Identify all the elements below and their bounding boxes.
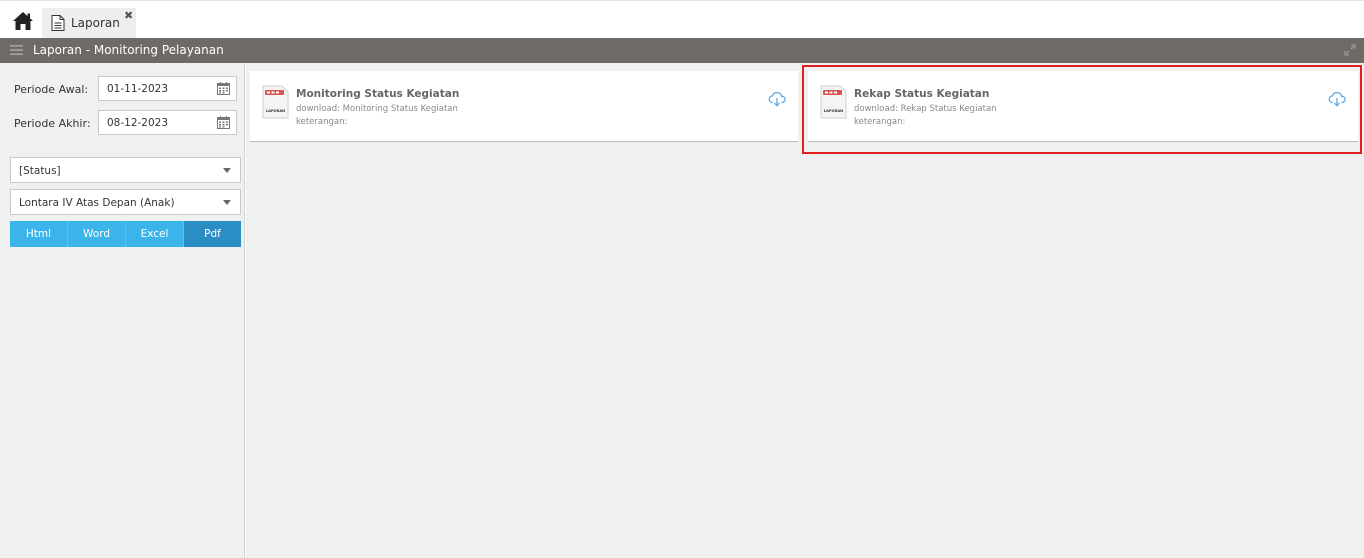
periode-awal-label: Periode Awal:	[14, 83, 89, 96]
cloud-download-icon[interactable]	[1328, 91, 1346, 107]
report-title: Rekap Status Kegiatan	[854, 88, 990, 100]
file-label: LAPORAN	[824, 109, 843, 113]
unit-select-value: Lontara IV Atas Depan (Anak)	[19, 197, 175, 209]
chevron-down-icon	[223, 168, 231, 173]
periode-akhir-input[interactable]: 08-12-2023	[98, 110, 237, 135]
status-select-value: [Status]	[19, 165, 61, 177]
calendar-icon[interactable]	[217, 116, 230, 129]
periode-akhir-label: Periode Akhir:	[14, 117, 91, 130]
report-list: LAPORAN Monitoring Status Kegiatan downl…	[246, 63, 1364, 558]
report-title: Monitoring Status Kegiatan	[296, 88, 460, 100]
unit-select[interactable]: Lontara IV Atas Depan (Anak)	[10, 189, 241, 215]
periode-awal-value: 01-11-2023	[107, 83, 169, 95]
word-button[interactable]: Word	[68, 221, 126, 247]
hamburger-icon[interactable]	[10, 44, 23, 56]
report-download-text: download: Monitoring Status Kegiatan	[296, 104, 458, 114]
report-note: keterangan:	[854, 117, 906, 127]
excel-button[interactable]: Excel	[126, 221, 184, 247]
close-icon[interactable]: ✖	[124, 9, 133, 22]
cloud-download-icon[interactable]	[768, 91, 786, 107]
tab-label: Laporan	[71, 16, 120, 30]
pdf-button[interactable]: Pdf	[184, 221, 241, 247]
tab-laporan[interactable]: Laporan ✖	[42, 8, 136, 38]
report-note: keterangan:	[296, 117, 348, 127]
status-select[interactable]: [Status]	[10, 157, 241, 183]
format-button-group: Html Word Excel Pdf	[10, 221, 241, 247]
page-title: Laporan - Monitoring Pelayanan	[33, 43, 224, 57]
chevron-down-icon	[223, 200, 231, 205]
tab-bar: Laporan ✖	[0, 0, 1364, 38]
report-card-monitoring[interactable]: LAPORAN Monitoring Status Kegiatan downl…	[250, 71, 798, 142]
home-button[interactable]	[12, 11, 34, 31]
report-file-icon: LAPORAN	[262, 85, 289, 119]
filter-panel: Periode Awal: 01-11-2023 Periode Akhir: …	[0, 63, 245, 558]
page-header: Laporan - Monitoring Pelayanan	[0, 38, 1364, 63]
report-download-text: download: Rekap Status Kegiatan	[854, 104, 997, 114]
document-icon	[51, 15, 65, 31]
html-button[interactable]: Html	[10, 221, 68, 247]
file-label: LAPORAN	[266, 109, 285, 113]
report-card-rekap[interactable]: LAPORAN Rekap Status Kegiatan download: …	[808, 71, 1358, 142]
report-file-icon: LAPORAN	[820, 85, 847, 119]
periode-awal-input[interactable]: 01-11-2023	[98, 76, 237, 101]
expand-icon[interactable]	[1344, 44, 1356, 56]
home-icon	[13, 12, 33, 30]
calendar-icon[interactable]	[217, 82, 230, 95]
periode-akhir-value: 08-12-2023	[107, 117, 169, 129]
